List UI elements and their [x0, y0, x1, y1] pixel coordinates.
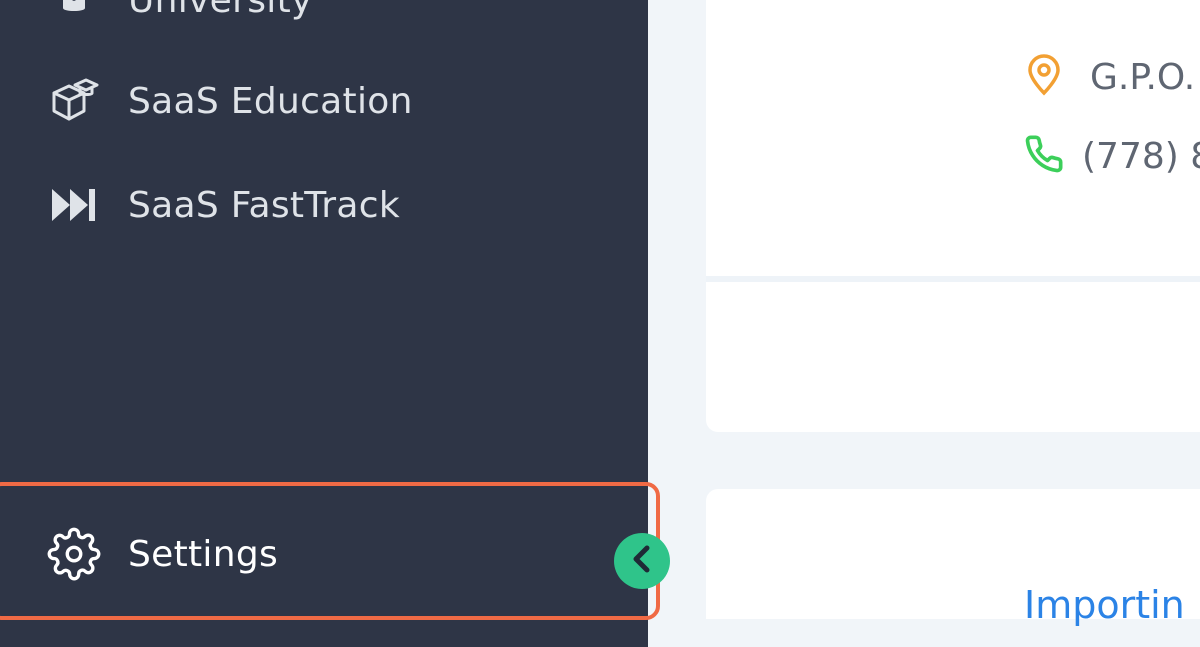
contact-card: G.P.O. (778) 8: [706, 0, 1200, 432]
fast-forward-icon: [46, 177, 102, 233]
graduation-cap-icon: [46, 0, 102, 28]
phone-row: (778) 8: [1024, 134, 1200, 179]
address-text: G.P.O.: [1090, 57, 1196, 98]
sidebar-item-label: SaaS Education: [128, 80, 413, 122]
chevron-left-icon: [630, 544, 654, 579]
importing-link[interactable]: Importin: [1024, 583, 1185, 627]
sidebar-item-label: SaaS FastTrack: [128, 184, 401, 226]
sidebar-item-label: University: [128, 0, 313, 21]
box-graduation-icon: [46, 73, 102, 129]
sidebar-item-label: Settings: [128, 533, 279, 575]
sidebar-item-settings[interactable]: Settings: [0, 514, 648, 594]
sidebar-item-saas-fasttrack[interactable]: SaaS FastTrack: [0, 165, 648, 245]
map-pin-icon: [1026, 54, 1062, 101]
collapse-sidebar-button[interactable]: [614, 533, 670, 589]
sidebar: University SaaS Education SaaS FastTrack: [0, 0, 648, 647]
sidebar-item-saas-education[interactable]: SaaS Education: [0, 61, 648, 141]
phone-icon: [1024, 134, 1064, 179]
content-card: Importin: [706, 489, 1200, 627]
card-divider: [706, 276, 1200, 282]
phone-text[interactable]: (778) 8: [1082, 136, 1200, 177]
address-row: G.P.O.: [1026, 54, 1195, 101]
sidebar-item-university[interactable]: University: [0, 0, 648, 40]
gear-icon: [46, 526, 102, 582]
